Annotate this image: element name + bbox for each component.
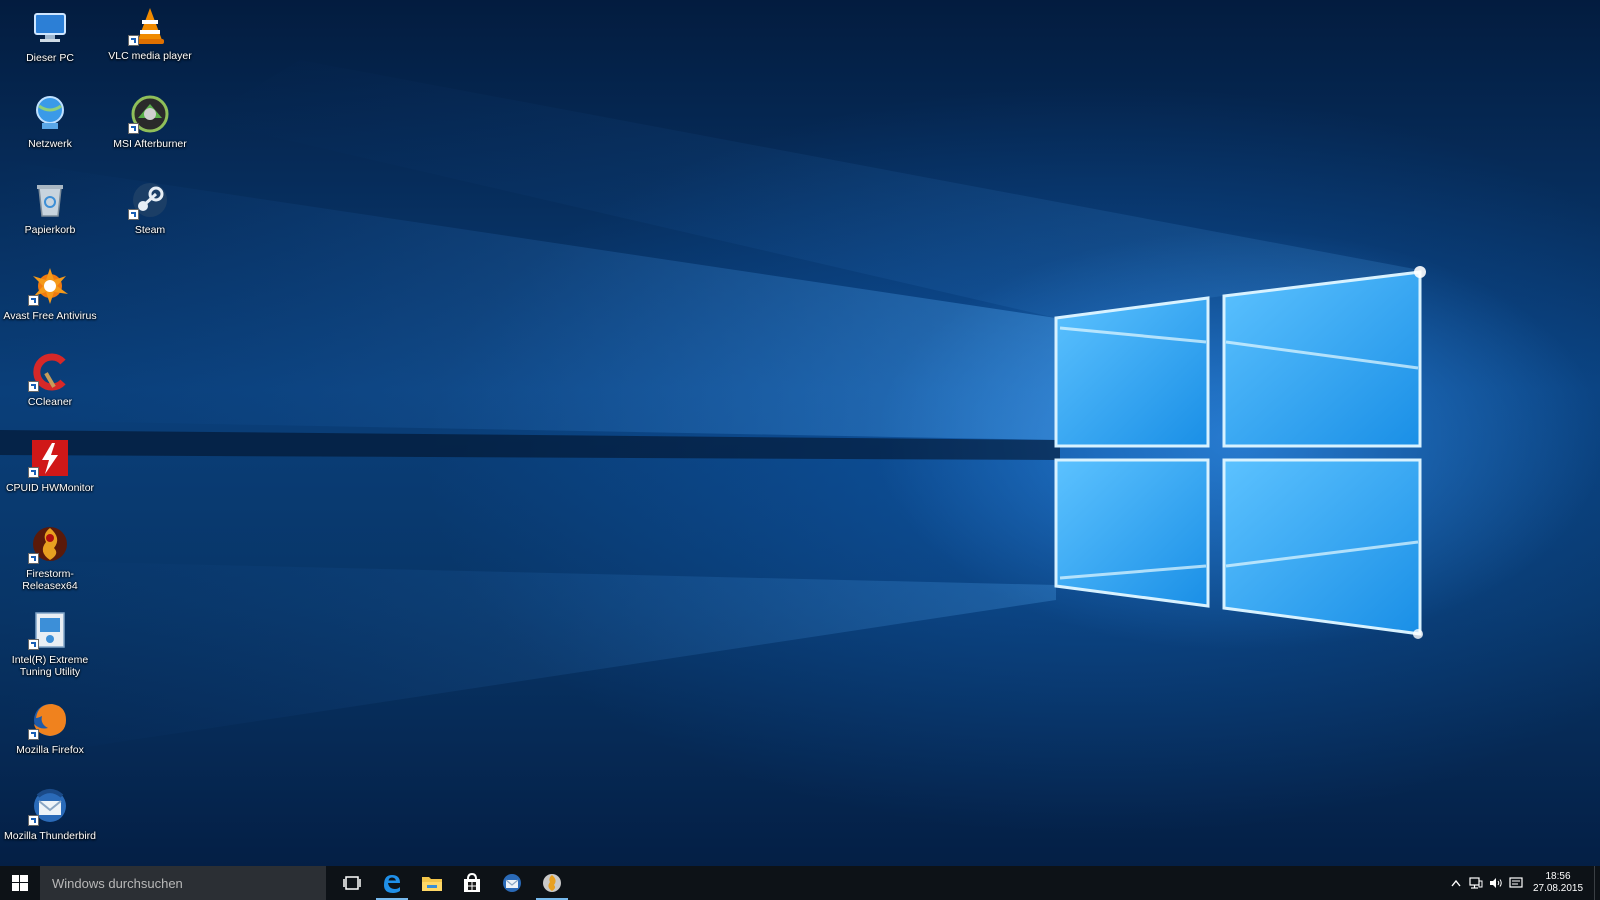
taskbar-store[interactable] — [452, 866, 492, 900]
show-desktop-button[interactable] — [1594, 866, 1600, 900]
volume-icon — [1490, 878, 1502, 888]
clock-date: 27.08.2015 — [1532, 883, 1584, 894]
shortcut-arrow-icon — [128, 123, 139, 134]
desktop-icon-papierkorb[interactable]: Papierkorb — [2, 180, 98, 236]
desktop-icon-netzwerk[interactable]: Netzwerk — [2, 94, 98, 150]
desktop-icon-firestorm[interactable]: Firestorm-Releasex64 — [2, 524, 98, 592]
desktop-icon-label: Steam — [134, 224, 166, 236]
desktop-icon-label: Mozilla Thunderbird — [3, 830, 97, 842]
taskbar: 18:56 27.08.2015 — [0, 866, 1600, 900]
shortcut-arrow-icon — [28, 381, 39, 392]
thunderbird-icon — [503, 874, 521, 892]
chevron-up-icon — [1451, 879, 1461, 887]
desktop-icon-firefox[interactable]: Mozilla Firefox — [2, 700, 98, 756]
desktop-icon-hwmonitor[interactable]: CPUID HWMonitor — [2, 438, 98, 494]
tray-volume-button[interactable] — [1486, 866, 1506, 900]
start-button[interactable] — [0, 866, 40, 900]
desktop-icon-label: Papierkorb — [24, 224, 76, 236]
desktop-icon-label: Dieser PC — [26, 52, 74, 64]
desktop-icon-label: CCleaner — [27, 396, 73, 408]
computer-icon — [30, 8, 70, 48]
task-view-icon — [343, 876, 361, 890]
clock[interactable]: 18:56 27.08.2015 — [1526, 871, 1590, 895]
network-icon — [30, 94, 70, 134]
intel-xtu-icon — [28, 610, 70, 650]
taskbar-task-view[interactable] — [332, 866, 372, 900]
desktop-icon-label: CPUID HWMonitor — [5, 482, 95, 494]
desktop-icon-label: Firestorm-Releasex64 — [22, 568, 78, 592]
store-icon — [464, 873, 480, 892]
desktop-icon-label: Intel(R) Extreme Tuning Utility — [11, 654, 89, 678]
recycle-bin-icon — [30, 180, 70, 220]
desktop-icon-avast[interactable]: Avast Free Antivirus — [2, 266, 98, 322]
avast-icon — [28, 266, 70, 306]
shortcut-arrow-icon — [28, 815, 39, 826]
action-center-button[interactable] — [1506, 866, 1526, 900]
folder-icon — [422, 877, 442, 891]
desktop-icon-label: Avast Free Antivirus — [3, 310, 97, 322]
desktop-wallpaper — [0, 0, 1600, 866]
desktop-icon-msi-afterburner[interactable]: MSI Afterburner — [102, 94, 198, 150]
shortcut-arrow-icon — [28, 729, 39, 740]
vlc-cone-icon — [128, 6, 170, 46]
windows-logo-light — [0, 60, 1426, 760]
edge-icon — [384, 875, 400, 893]
network-icon — [1469, 877, 1483, 889]
shortcut-arrow-icon — [28, 639, 39, 650]
desktop-icon-label: MSI Afterburner — [113, 138, 187, 150]
taskbar-explorer[interactable] — [412, 866, 452, 900]
desktop-icon-label: Mozilla Firefox — [16, 744, 84, 756]
clock-time: 18:56 — [1545, 871, 1571, 882]
steam-icon — [128, 180, 170, 220]
desktop-icon-ccleaner[interactable]: CCleaner — [2, 352, 98, 408]
firestorm-icon — [543, 874, 561, 892]
system-tray: 18:56 27.08.2015 — [1446, 866, 1600, 900]
firestorm-icon — [28, 524, 70, 564]
desktop-icon-vlc[interactable]: VLC media player — [102, 6, 198, 62]
taskbar-firestorm[interactable] — [532, 866, 572, 900]
hwmonitor-icon — [28, 438, 70, 478]
ccleaner-icon — [28, 352, 70, 392]
desktop-icon-intel-xtu[interactable]: Intel(R) Extreme Tuning Utility — [2, 610, 98, 678]
search-box[interactable] — [40, 866, 326, 900]
show-hidden-icons-button[interactable] — [1446, 866, 1466, 900]
shortcut-arrow-icon — [28, 295, 39, 306]
firefox-icon — [28, 700, 70, 740]
search-input[interactable] — [50, 874, 314, 892]
tray-network-button[interactable] — [1466, 866, 1486, 900]
shortcut-arrow-icon — [28, 553, 39, 564]
taskbar-thunderbird[interactable] — [492, 866, 532, 900]
desktop-icon-label: VLC media player — [108, 50, 192, 62]
shortcut-arrow-icon — [128, 209, 139, 220]
desktop-icon-thunderbird[interactable]: Mozilla Thunderbird — [2, 786, 98, 842]
thunderbird-icon — [28, 786, 70, 826]
desktop-icon-steam[interactable]: Steam — [102, 180, 198, 236]
shortcut-arrow-icon — [128, 35, 139, 46]
shortcut-arrow-icon — [28, 467, 39, 478]
windows-logo-icon — [12, 875, 28, 891]
desktop-icon-dieser-pc[interactable]: Dieser PC — [2, 8, 98, 64]
taskbar-edge[interactable] — [372, 866, 412, 900]
desktop-icon-label: Netzwerk — [28, 138, 72, 150]
msi-afterburner-icon — [128, 94, 170, 134]
action-center-icon — [1509, 877, 1523, 888]
